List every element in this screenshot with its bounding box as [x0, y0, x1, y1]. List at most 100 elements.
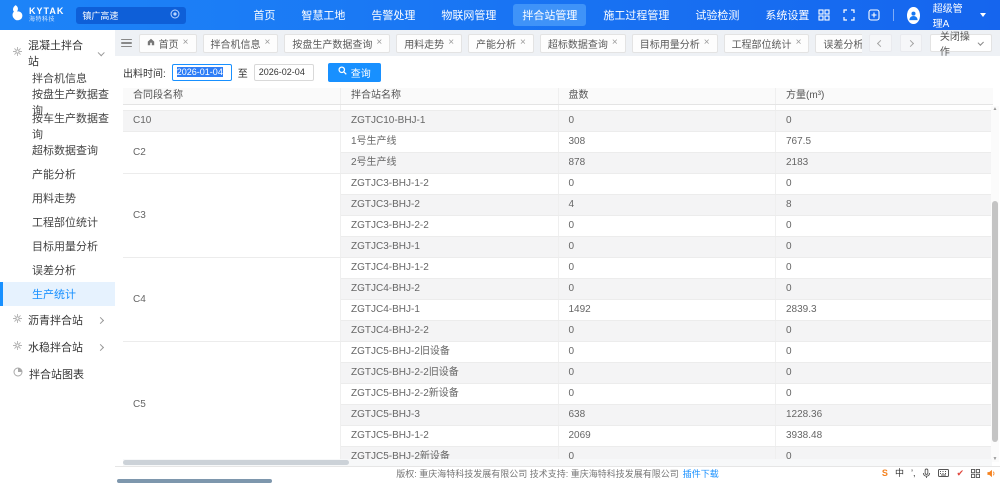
page-horizontal-scroll-thumb[interactable] — [117, 479, 272, 483]
station-cell: ZGTJC3-BHJ-2-2 — [341, 216, 559, 237]
voice-input-icon[interactable] — [922, 468, 931, 479]
tab[interactable]: 超标数据查询× — [540, 34, 626, 53]
nav-item[interactable]: 首页 — [244, 4, 284, 26]
sidebar-group[interactable]: 沥青拌合站 — [0, 306, 115, 333]
notification-horn-icon[interactable] — [987, 469, 996, 478]
volume-cell: 0 — [776, 111, 994, 132]
tab[interactable]: 目标用量分析× — [632, 34, 718, 53]
plugin-download-link[interactable]: 插件下载 — [683, 467, 719, 480]
nav-item[interactable]: 告警处理 — [362, 4, 424, 26]
sidebar-group[interactable]: 水稳拌合站 — [0, 333, 115, 360]
volume-cell: 1228.36 — [776, 405, 994, 426]
scroll-down-arrow-icon[interactable]: ▼ — [993, 456, 998, 462]
sidebar-item[interactable]: 误差分析 — [0, 258, 115, 282]
tab-close-icon[interactable]: × — [520, 38, 526, 48]
sidebar-group[interactable]: 混凝土拌合站 — [0, 39, 115, 66]
tab[interactable]: 误差分析× — [815, 34, 862, 53]
brand-subtitle: 海特科技 — [29, 17, 64, 23]
sogou-input-icon[interactable]: S — [882, 469, 888, 478]
nav-item[interactable]: 试验检测 — [686, 4, 748, 26]
chevron-right-icon — [98, 314, 103, 326]
tab[interactable]: 产能分析× — [468, 34, 534, 53]
fullscreen-icon[interactable] — [843, 9, 855, 21]
soft-keyboard-icon[interactable] — [938, 469, 949, 477]
tabs-scroll-left-button[interactable] — [869, 34, 891, 52]
tab-bar-controls: 关闭操作 — [869, 34, 992, 52]
avatar[interactable] — [907, 7, 920, 24]
end-date-input[interactable]: 2026-02-04 — [254, 64, 314, 81]
tab-close-icon[interactable]: × — [183, 38, 189, 48]
tab[interactable]: 用料走势× — [396, 34, 462, 53]
column-header: 盘数 — [558, 88, 776, 105]
user-name[interactable]: 超级管理A — [933, 0, 967, 30]
station-cell: ZGTJC4-BHJ-2 — [341, 279, 559, 300]
contract-section-cell: C4 — [123, 258, 341, 342]
sidebar-item[interactable]: 目标用量分析 — [0, 234, 115, 258]
sidebar-item[interactable]: 超标数据查询 — [0, 138, 115, 162]
home-icon — [147, 38, 155, 49]
station-cell: ZGTJC10-BHJ-1 — [341, 111, 559, 132]
project-select-indicator-icon — [170, 9, 180, 21]
search-button[interactable]: 查询 — [328, 63, 381, 82]
tab-close-icon[interactable]: × — [376, 38, 382, 48]
tab[interactable]: 首页× — [139, 34, 197, 53]
tab-list-icon[interactable] — [121, 39, 132, 48]
punctuation-mode-icon[interactable]: ’, — [911, 469, 916, 478]
volume-cell: 0 — [776, 447, 994, 460]
input-method-toolbar: S中 ’, ✔ — [882, 467, 996, 479]
tab-close-icon[interactable]: × — [265, 38, 271, 48]
vertical-scroll-thumb[interactable] — [992, 201, 998, 442]
column-header: 合同段名称 — [123, 88, 341, 105]
table-row: C3ZGTJC3-BHJ-1-200 — [123, 174, 993, 195]
skin-check-icon[interactable]: ✔ — [956, 469, 964, 478]
sidebar-item[interactable]: 产能分析 — [0, 162, 115, 186]
pans-cell: 0 — [558, 447, 776, 460]
chevron-down-icon — [98, 47, 103, 59]
horizontal-scroll-thumb[interactable] — [123, 460, 349, 465]
sidebar-item[interactable]: 工程部位统计 — [0, 210, 115, 234]
pans-cell: 878 — [558, 153, 776, 174]
contract-section-cell: C5 — [123, 342, 341, 460]
pans-cell: 4 — [558, 195, 776, 216]
tab-close-icon[interactable]: × — [704, 38, 710, 48]
close-operations-dropdown[interactable]: 关闭操作 — [930, 34, 992, 52]
toolbox-grid-icon[interactable] — [971, 469, 980, 478]
sidebar-item[interactable]: 按车生产数据查询 — [0, 114, 115, 138]
footer: 版权: 重庆海特科技发展有限公司 技术支持: 重庆海特科技发展有限公司 插件下载… — [115, 466, 1000, 479]
sidebar-group[interactable]: 拌合站图表 — [0, 360, 115, 387]
table-row: C21号生产线308767.5 — [123, 132, 993, 153]
tab[interactable]: 工程部位统计× — [724, 34, 810, 53]
tab-close-icon[interactable]: × — [612, 38, 618, 48]
nav-item[interactable]: 施工过程管理 — [594, 4, 678, 26]
start-date-input[interactable]: 2026-01-04 — [172, 64, 232, 81]
tabs-scroll-right-button[interactable] — [900, 34, 922, 52]
pans-cell: 0 — [558, 174, 776, 195]
apps-grid-icon[interactable] — [818, 9, 830, 21]
nav-item[interactable]: 系统设置 — [756, 4, 818, 26]
table-row: C5ZGTJC5-BHJ-2旧设备00 — [123, 342, 993, 363]
volume-cell: 8 — [776, 195, 994, 216]
brand-name: KYTAK — [29, 7, 64, 16]
tab[interactable]: 按盘生产数据查询× — [284, 34, 390, 53]
station-cell: ZGTJC3-BHJ-1 — [341, 237, 559, 258]
add-square-icon[interactable] — [868, 9, 880, 21]
table-horizontal-scrollbar[interactable] — [123, 459, 992, 466]
sidebar-item[interactable]: 用料走势 — [0, 186, 115, 210]
table-row: C4ZGTJC4-BHJ-1-200 — [123, 258, 993, 279]
user-menu-caret-icon[interactable] — [980, 13, 986, 17]
tab[interactable]: 拌合机信息× — [203, 34, 279, 53]
chinese-english-toggle-icon[interactable]: 中 — [895, 469, 904, 478]
pans-cell: 638 — [558, 405, 776, 426]
tab-close-icon[interactable]: × — [448, 38, 454, 48]
sidebar-item[interactable]: 生产统计 — [0, 282, 115, 306]
pans-cell: 0 — [558, 111, 776, 132]
volume-cell: 2839.3 — [776, 300, 994, 321]
nav-item[interactable]: 智慧工地 — [292, 4, 354, 26]
pans-cell: 308 — [558, 132, 776, 153]
table-vertical-scrollbar[interactable]: ▲ ▼ — [991, 106, 999, 462]
nav-item[interactable]: 拌合站管理 — [513, 4, 586, 26]
volume-cell: 0 — [776, 321, 994, 342]
project-select[interactable]: 镇广高速 — [76, 7, 186, 24]
nav-item[interactable]: 物联网管理 — [432, 4, 505, 26]
tab-close-icon[interactable]: × — [796, 38, 802, 48]
